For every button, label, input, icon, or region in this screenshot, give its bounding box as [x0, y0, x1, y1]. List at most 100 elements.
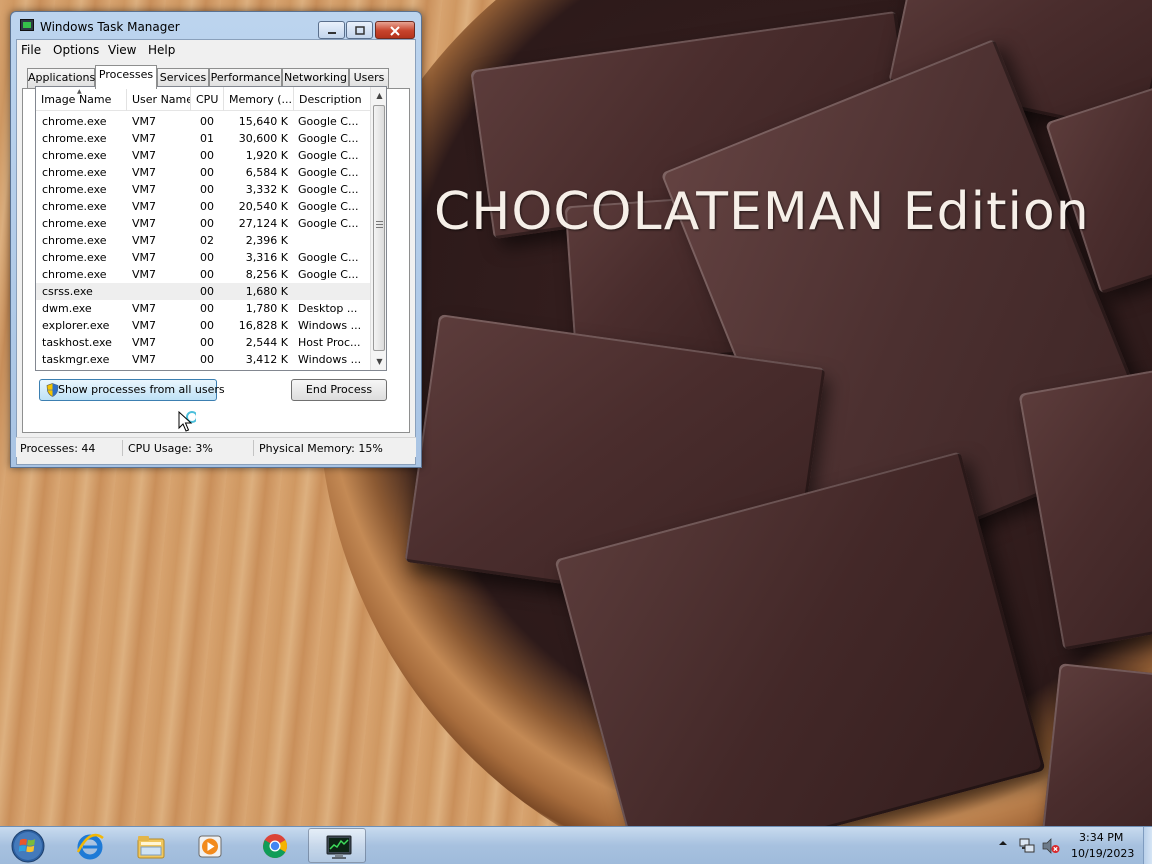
process-memory: 27,124 K	[238, 217, 288, 230]
title-bar[interactable]: Windows Task Manager	[11, 12, 421, 39]
end-process-button[interactable]: End Process	[291, 379, 387, 401]
process-row[interactable]: chrome.exe VM7 00 6,584 K Google C...	[36, 164, 370, 181]
column-header-image-name[interactable]: Image Name	[36, 87, 127, 111]
process-memory: 2,396 K	[245, 234, 288, 247]
process-description: Google C...	[298, 115, 359, 128]
tab-processes[interactable]: Processes	[95, 65, 157, 89]
tab-performance[interactable]: Performance	[209, 68, 282, 88]
wallpaper-title: CHOCOLATEMAN Edition	[434, 182, 1090, 242]
menu-file[interactable]: File	[21, 43, 41, 57]
process-user-name: VM7	[132, 132, 157, 145]
process-row[interactable]: chrome.exe VM7 00 3,332 K Google C...	[36, 181, 370, 198]
process-memory: 8,256 K	[245, 268, 288, 281]
process-cpu: 00	[200, 336, 214, 349]
process-row[interactable]: chrome.exe VM7 02 2,396 K	[36, 232, 370, 249]
process-memory: 1,680 K	[245, 285, 288, 298]
show-all-processes-button[interactable]: Show processes from all users	[39, 379, 225, 401]
taskbar-chrome[interactable]	[245, 828, 303, 863]
column-header-memory[interactable]: Memory (...	[224, 87, 294, 111]
process-user-name: VM7	[132, 200, 157, 213]
process-rows: chrome.exe VM7 00 15,640 K Google C... chrome…	[36, 113, 370, 368]
process-row[interactable]: chrome.exe VM7 00 3,316 K Google C...	[36, 249, 370, 266]
mouse-cursor-icon	[178, 411, 196, 432]
status-processes: Processes: 44	[20, 442, 96, 455]
process-user-name: VM7	[132, 149, 157, 162]
scroll-up-arrow-icon[interactable]: ▲	[371, 87, 386, 104]
menu-help[interactable]: Help	[148, 43, 175, 57]
process-image-name: chrome.exe	[42, 115, 107, 128]
list-header: ▲ Image Name User Name CPU Memory (... D…	[36, 87, 370, 111]
process-description: Google C...	[298, 200, 359, 213]
volume-muted-icon[interactable]	[1042, 838, 1060, 854]
process-row[interactable]: taskhost.exe VM7 00 2,544 K Host Proc...	[36, 334, 370, 351]
process-description: Windows ...	[298, 353, 362, 366]
minimize-icon	[327, 32, 336, 34]
process-row[interactable]: chrome.exe VM7 00 1,920 K Google C...	[36, 147, 370, 164]
process-row[interactable]: explorer.exe VM7 00 16,828 K Windows ...	[36, 317, 370, 334]
process-cpu: 00	[200, 166, 214, 179]
process-row[interactable]: chrome.exe VM7 01 30,600 K Google C...	[36, 130, 370, 147]
process-cpu: 00	[200, 302, 214, 315]
process-user-name: VM7	[132, 268, 157, 281]
vertical-scrollbar[interactable]: ▲ ▼	[370, 87, 386, 370]
clock-date[interactable]: 10/19/2023	[1071, 847, 1134, 860]
process-row[interactable]: chrome.exe VM7 00 27,124 K Google C...	[36, 215, 370, 232]
process-memory: 6,584 K	[245, 166, 288, 179]
folder-icon	[137, 836, 165, 859]
column-header-user-name[interactable]: User Name	[127, 87, 191, 111]
process-row[interactable]: dwm.exe VM7 00 1,780 K Desktop ...	[36, 300, 370, 317]
process-row[interactable]: chrome.exe VM7 00 8,256 K Google C...	[36, 266, 370, 283]
process-image-name: chrome.exe	[42, 200, 107, 213]
process-memory: 2,544 K	[245, 336, 288, 349]
process-user-name: VM7	[132, 217, 157, 230]
scrollbar-thumb[interactable]	[373, 105, 385, 351]
maximize-button[interactable]	[346, 21, 373, 39]
taskbar-internet-explorer[interactable]	[60, 828, 118, 863]
show-hidden-icons-icon[interactable]	[998, 838, 1008, 848]
process-memory: 16,828 K	[238, 319, 288, 332]
taskbar-media-player[interactable]	[181, 828, 239, 863]
process-row[interactable]: chrome.exe VM7 00 15,640 K Google C...	[36, 113, 370, 130]
close-button[interactable]	[375, 21, 415, 39]
process-description: Google C...	[298, 149, 359, 162]
process-row[interactable]: taskmgr.exe VM7 00 3,412 K Windows ...	[36, 351, 370, 368]
process-description: Google C...	[298, 251, 359, 264]
taskbar-windows-explorer[interactable]	[121, 828, 179, 863]
tab-applications[interactable]: Applications	[27, 68, 95, 88]
process-user-name: VM7	[132, 251, 157, 264]
process-description: Google C...	[298, 132, 359, 145]
show-desktop-button[interactable]	[1143, 827, 1152, 864]
column-header-cpu[interactable]: CPU	[191, 87, 224, 111]
process-user-name: VM7	[132, 183, 157, 196]
process-memory: 3,316 K	[245, 251, 288, 264]
status-divider	[122, 440, 123, 456]
process-list[interactable]: ▲ Image Name User Name CPU Memory (... D…	[35, 86, 387, 371]
process-cpu: 00	[200, 115, 214, 128]
minimize-button[interactable]	[318, 21, 345, 39]
column-header-description[interactable]: Description	[294, 87, 370, 111]
media-player-icon	[198, 835, 222, 858]
process-description: Google C...	[298, 183, 359, 196]
menu-view[interactable]: View	[108, 43, 136, 57]
process-description: Google C...	[298, 217, 359, 230]
uac-shield-icon	[46, 383, 59, 397]
clock-time[interactable]: 3:34 PM	[1079, 831, 1123, 844]
network-icon[interactable]	[1019, 838, 1035, 854]
process-memory: 3,332 K	[245, 183, 288, 196]
tab-services[interactable]: Services	[157, 68, 209, 88]
process-image-name: chrome.exe	[42, 149, 107, 162]
process-cpu: 00	[200, 217, 214, 230]
window-title: Windows Task Manager	[40, 20, 180, 34]
task-manager-window[interactable]: Windows Task Manager File Options View H…	[10, 11, 422, 468]
process-cpu: 01	[200, 132, 214, 145]
process-row[interactable]: chrome.exe VM7 00 20,540 K Google C...	[36, 198, 370, 215]
taskbar-task-manager[interactable]	[308, 828, 366, 863]
chrome-icon	[262, 834, 287, 859]
process-row[interactable]: csrss.exe 00 1,680 K	[36, 283, 370, 300]
tab-users[interactable]: Users	[349, 68, 389, 88]
menu-options[interactable]: Options	[53, 43, 99, 57]
process-image-name: chrome.exe	[42, 217, 107, 230]
start-button[interactable]	[4, 827, 46, 864]
scroll-down-arrow-icon[interactable]: ▼	[371, 353, 386, 370]
tab-networking[interactable]: Networking	[282, 68, 349, 88]
